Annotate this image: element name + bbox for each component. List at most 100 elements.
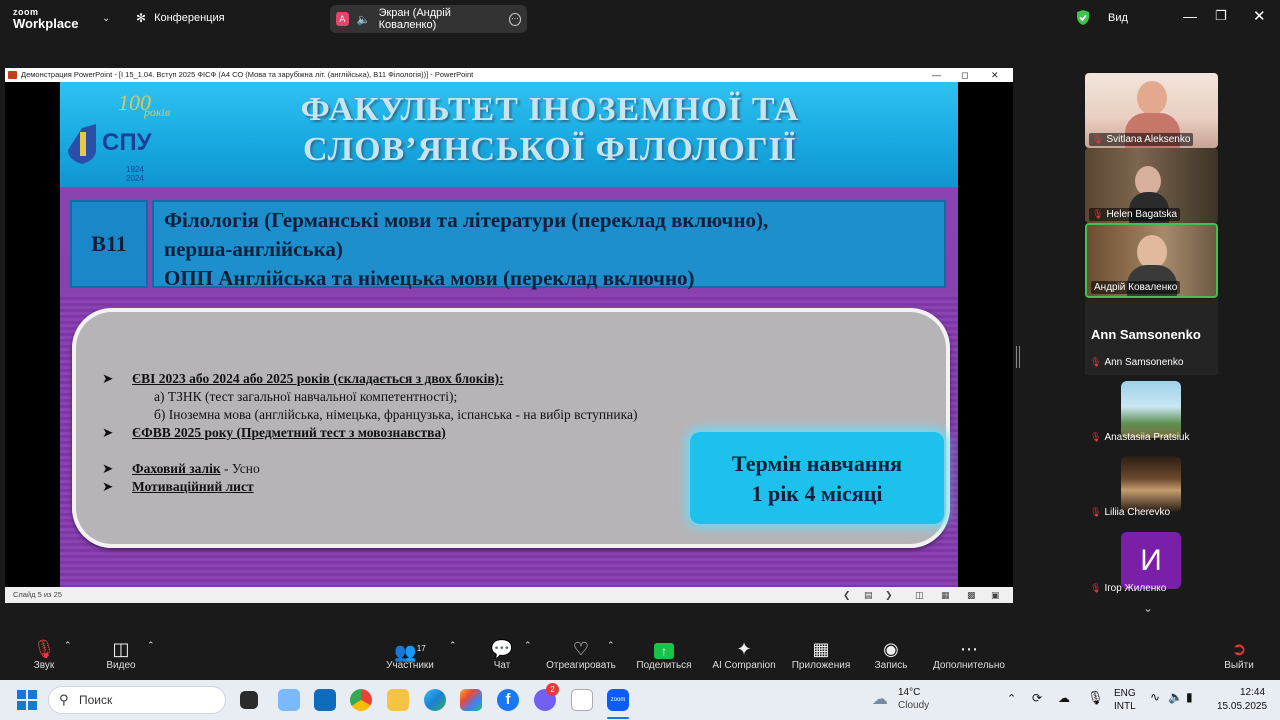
participant-face <box>1137 235 1167 269</box>
onedrive-cloud-icon[interactable]: ☁ <box>1058 691 1070 705</box>
faculty-title: ФАКУЛЬТЕТ ІНОЗЕМНОЇ ТА СЛОВ’ЯНСЬКОЇ ФІЛО… <box>200 90 900 170</box>
requirement-evi-sub-a: а) ТЗНК (тест загальної навчальної компе… <box>154 389 458 404</box>
tray-chevron-up-icon[interactable]: ⌃ <box>1007 692 1016 705</box>
meeting-toolbar: 🎙 Звук ⌃ ◫ Видео ⌃ 👥17 Участники ⌃ 💬 Чат… <box>0 630 1280 680</box>
mic-muted-icon: 🎙 <box>1092 134 1104 144</box>
video-button[interactable]: ◫ Видео <box>104 638 138 671</box>
more-options-icon[interactable]: ··· <box>508 12 521 26</box>
ppt-restore-icon[interactable]: ◻ <box>961 68 968 82</box>
snipping-tool-icon[interactable] <box>278 689 300 711</box>
next-slide-icon[interactable]: ❯ <box>885 587 893 603</box>
participants-options-chevron-icon[interactable]: ⌃ <box>449 640 457 651</box>
share-label: Экран (Андрій Коваленко) <box>378 7 451 31</box>
requirement-evi-title: ЄВІ 2023 або 2024 або 2025 років (склада… <box>132 371 504 386</box>
leave-button[interactable]: ➲ Выйти <box>1223 638 1255 671</box>
slide-counter: Слайд 5 из 25 <box>13 590 62 599</box>
audio-button[interactable]: 🎙 Звук <box>28 638 60 671</box>
study-term-label: Термін навчання <box>731 451 903 476</box>
cloud-weather-icon[interactable]: ☁ <box>872 689 888 709</box>
task-view-icon[interactable] <box>240 691 258 709</box>
participant-avatar-6[interactable] <box>1121 456 1181 513</box>
language-secondary[interactable]: INTL <box>1114 701 1136 712</box>
zoom-taskbar-icon[interactable]: zoom <box>607 689 629 711</box>
participant-name: Anastasiia Pratsiuk <box>1104 432 1190 443</box>
slideshow-view-icon[interactable]: ▣ <box>991 587 1000 603</box>
more-button[interactable]: ⋯ Дополнительно <box>930 638 1008 671</box>
sync-icon[interactable]: ⟳ <box>1032 691 1042 705</box>
facebook-icon[interactable]: f <box>497 689 519 711</box>
panel-resize-handle[interactable] <box>1016 346 1020 368</box>
notification-badge: 2 <box>546 683 559 696</box>
participant-tile-1[interactable]: 🎙 Svitlana Aleksenko <box>1085 73 1218 148</box>
viber-icon[interactable]: 2 <box>534 683 559 711</box>
sorter-view-icon[interactable]: ▦ <box>941 587 950 603</box>
prev-slide-icon[interactable]: ❮ <box>843 587 851 603</box>
meeting-info-button[interactable]: ✻ Конференция <box>136 11 225 25</box>
taskbar-search-input[interactable]: ⚲ Поиск <box>48 686 226 714</box>
participant-tile-active-speaker[interactable]: Андрій Коваленко <box>1085 223 1218 298</box>
zoom-top-bar: zoom Workplace ⌄ ✻ Конференция A 🔈 Экран… <box>0 0 1280 38</box>
security-shield-icon[interactable] <box>1075 9 1091 25</box>
chevron-down-icon[interactable]: ⌄ <box>102 13 110 24</box>
participant-name-tag: 🎙 Anastasiia Pratsiuk <box>1090 432 1189 443</box>
ai-companion-button[interactable]: ✦ AI Companion <box>711 638 777 671</box>
clock-time[interactable]: 12:44 <box>1240 687 1265 698</box>
requirements-list: ➤ ЄВІ 2023 або 2024 або 2025 років (скла… <box>102 370 637 496</box>
react-options-chevron-icon[interactable]: ⌃ <box>607 640 615 651</box>
react-button[interactable]: ♡ Отреагировать <box>546 638 616 671</box>
close-icon[interactable]: ✕ <box>1253 7 1266 25</box>
clock-date[interactable]: 15.05.2025 <box>1217 701 1267 712</box>
share-screen-button[interactable]: ↑ Поделиться <box>636 638 692 671</box>
chat-label: Чат <box>493 660 511 671</box>
ppt-close-icon[interactable]: ✕ <box>991 68 999 82</box>
requirement-letter-title: Мотиваційний лист <box>132 479 254 494</box>
apps-label: Приложения <box>791 660 851 671</box>
program-line3: ОПП Англійська та німецька мови (перекла… <box>164 266 695 290</box>
scroll-down-chevron-icon[interactable]: ⌄ <box>1143 601 1153 615</box>
windows-start-icon[interactable] <box>16 689 38 711</box>
screen-share-pill[interactable]: A 🔈 Экран (Андрій Коваленко) ··· <box>330 5 527 33</box>
participant-name: Ігор Жиленко <box>1104 583 1167 594</box>
slide-header: 100 років СПУ 1924 2024 ФАКУЛЬТЕТ ІНОЗЕМ… <box>60 82 958 187</box>
program-line2: перша-англійська) <box>164 237 343 261</box>
outlook-icon[interactable] <box>314 689 336 711</box>
requirement-item-exam: ➤ Фаховий залік - Усно <box>102 460 637 478</box>
video-options-chevron-icon[interactable]: ⌃ <box>147 640 155 651</box>
mic-muted-icon: 🎙 <box>1092 209 1104 219</box>
wifi-icon[interactable]: ∿ <box>1150 690 1160 704</box>
chat-button[interactable]: 💬 Чат <box>490 638 514 671</box>
microsoft-store-icon[interactable] <box>460 689 482 711</box>
volume-icon[interactable]: 🔈 <box>1168 690 1183 704</box>
reading-view-icon[interactable]: ▩ <box>967 587 976 603</box>
participants-button[interactable]: 👥17 Участники <box>383 638 437 671</box>
chat-options-chevron-icon[interactable]: ⌃ <box>524 640 532 651</box>
file-explorer-icon[interactable] <box>387 689 409 711</box>
chrome-icon[interactable] <box>350 689 372 711</box>
requirement-item-letter: ➤ Мотиваційний лист <box>102 478 637 496</box>
excel-export-icon[interactable] <box>571 689 593 711</box>
edge-icon[interactable] <box>424 689 446 711</box>
participant-tile-2[interactable]: 🎙 Helen Bagatska <box>1085 148 1218 223</box>
microphone-icon[interactable]: 🎙 <box>1087 690 1104 706</box>
ppt-minimize-icon[interactable]: — <box>932 68 941 82</box>
participant-name-tag: 🎙 Ann Samsonenko <box>1090 357 1183 368</box>
participant-avatar-5[interactable] <box>1121 381 1181 438</box>
restore-icon[interactable]: ❐ <box>1215 8 1227 24</box>
sparkle-icon: ✦ <box>736 639 752 659</box>
slide-menu-icon[interactable]: ▤ <box>864 587 873 603</box>
normal-view-icon[interactable]: ◫ <box>915 587 924 603</box>
record-button[interactable]: ◉ Запись <box>873 638 909 671</box>
language-primary[interactable]: ENG <box>1114 688 1136 699</box>
apps-button[interactable]: ▦ Приложения <box>790 638 852 671</box>
participant-face <box>1137 81 1167 115</box>
view-button[interactable]: Вид <box>1108 12 1128 24</box>
battery-icon[interactable]: ▮ <box>1186 690 1193 704</box>
requirement-efvv-title: ЄФВВ 2025 року (Предметний тест з мовозн… <box>132 425 446 440</box>
participant-name: Svitlana Aleksenko <box>1106 134 1191 145</box>
minimize-icon[interactable]: — <box>1183 8 1197 24</box>
participant-avatar-7[interactable]: И <box>1121 532 1181 589</box>
study-term-value: 1 рік 4 місяці <box>751 481 883 506</box>
ppt-status-bar: Слайд 5 из 25 ❮ ▤ ❯ ◫ ▦ ▩ ▣ <box>5 587 1013 603</box>
audio-options-chevron-icon[interactable]: ⌃ <box>64 640 72 651</box>
ai-companion-label: AI Companion <box>712 660 776 671</box>
